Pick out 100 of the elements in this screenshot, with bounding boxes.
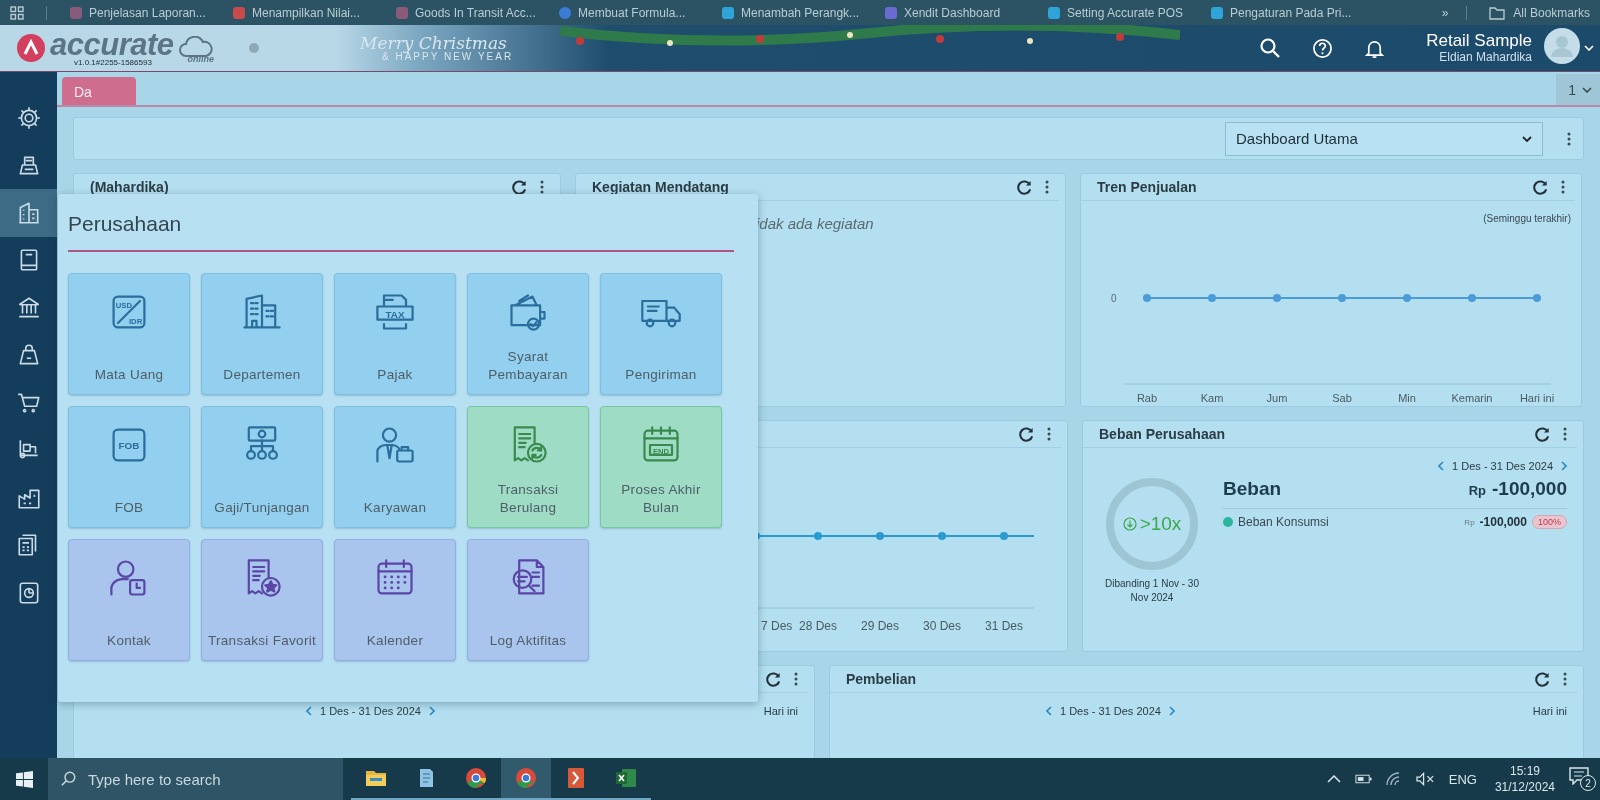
search-icon[interactable] bbox=[1259, 37, 1282, 59]
refresh-icon[interactable] bbox=[1534, 670, 1551, 688]
chevron-down-icon bbox=[1522, 135, 1532, 142]
more-options-icon[interactable] bbox=[540, 180, 544, 194]
bookmark-link[interactable]: Xendit Dashboard bbox=[884, 5, 1047, 20]
tab-counter-dropdown[interactable]: 1 bbox=[1556, 74, 1600, 105]
menu-tile[interactable]: Departemen bbox=[201, 273, 323, 395]
bookmark-favicon-icon bbox=[1047, 5, 1061, 20]
bookmark-favicon-icon bbox=[1210, 5, 1224, 20]
bookmark-link[interactable]: Setting Accurate POS bbox=[1047, 5, 1210, 20]
avatar-icon[interactable] bbox=[1544, 28, 1580, 64]
down-arrow-circle-icon bbox=[1122, 517, 1137, 531]
apps-grid-icon[interactable] bbox=[10, 5, 24, 20]
more-options-icon[interactable] bbox=[1567, 131, 1571, 146]
all-bookmarks-link[interactable]: All Bookmarks bbox=[1489, 5, 1590, 20]
wifi-icon[interactable] bbox=[1385, 772, 1402, 786]
clock[interactable]: 15:19 31/12/2024 bbox=[1494, 762, 1555, 796]
bookmark-favicon-icon bbox=[69, 5, 83, 20]
dashboard-dropdown[interactable]: Dashboard Utama bbox=[1225, 121, 1543, 156]
refresh-icon[interactable] bbox=[1534, 425, 1551, 443]
bookmark-link[interactable]: Goods In Transit Acc... bbox=[395, 5, 558, 20]
logo-mark-icon bbox=[16, 33, 46, 63]
taskbar-search-field[interactable]: Type here to search bbox=[48, 758, 343, 800]
notification-button[interactable]: 2 bbox=[1569, 767, 1596, 791]
refresh-icon[interactable] bbox=[1018, 425, 1035, 443]
more-options-icon[interactable] bbox=[1563, 427, 1567, 441]
bookmark-link[interactable]: Membuat Formula... bbox=[558, 5, 721, 20]
caret-icon[interactable] bbox=[1584, 45, 1594, 51]
x-axis-label: 31 Des bbox=[985, 619, 1023, 633]
menu-tile[interactable]: Kontak bbox=[68, 539, 190, 661]
more-options-icon[interactable] bbox=[1047, 427, 1051, 441]
banner-title: Merry Christmas bbox=[360, 34, 507, 52]
chrome-icon bbox=[514, 766, 538, 790]
bookmark-favicon-icon bbox=[232, 5, 246, 20]
menu-tile[interactable]: Gaji/Tunjangan bbox=[201, 406, 323, 528]
period-label: Hari ini bbox=[1532, 705, 1567, 717]
message-icon bbox=[1569, 767, 1589, 785]
windows-start-icon[interactable] bbox=[15, 770, 33, 788]
refresh-icon[interactable] bbox=[765, 670, 782, 688]
chevron-down-icon bbox=[1582, 86, 1592, 93]
menu-tile[interactable]: Pengiriman bbox=[600, 273, 722, 395]
bookmark-link[interactable]: Pengaturan Pada Pri... bbox=[1210, 5, 1373, 20]
menu-tile[interactable]: END Proses Akhir Bulan bbox=[600, 406, 722, 528]
bookmark-link[interactable]: Menambah Perangk... bbox=[721, 5, 884, 20]
x-axis-label: Min bbox=[1398, 392, 1416, 404]
menu-tile[interactable]: USD IDR Mata Uang bbox=[68, 273, 190, 395]
menu-tile[interactable]: Transaksi Favorit bbox=[201, 539, 323, 661]
menu-tile[interactable]: Karyawan bbox=[334, 406, 456, 528]
comparison-caption: Dibanding 1 Nov - 30 Nov 2024 bbox=[1104, 577, 1200, 605]
dashboard-tab[interactable]: Da bbox=[62, 77, 136, 105]
x-axis-label: 29 Des bbox=[861, 619, 899, 633]
refresh-icon[interactable] bbox=[1532, 178, 1549, 196]
settings-icon bbox=[15, 104, 42, 131]
menu-tile[interactable]: Syarat Pembayaran bbox=[467, 273, 589, 395]
more-options-icon[interactable] bbox=[1561, 180, 1565, 194]
x-axis-label: 28 Des bbox=[799, 619, 837, 633]
notification-count-badge: 2 bbox=[1580, 775, 1596, 791]
panel-title: Kegiatan Mendatang bbox=[592, 179, 730, 195]
menu-tile[interactable]: Log Aktifitas bbox=[467, 539, 589, 661]
bookmark-link[interactable]: Penjelasan Laporan... bbox=[69, 5, 232, 20]
more-options-icon[interactable] bbox=[794, 672, 798, 686]
status-dot-icon bbox=[248, 42, 261, 54]
more-options-icon[interactable] bbox=[1045, 180, 1049, 194]
overflow-chevron[interactable]: » bbox=[1441, 5, 1449, 20]
folder-icon bbox=[1489, 5, 1506, 20]
refresh-icon[interactable] bbox=[1016, 178, 1033, 196]
chevron-up-icon[interactable] bbox=[1326, 775, 1341, 783]
currency-label: Rp bbox=[1468, 483, 1486, 498]
period-label: Hari ini bbox=[763, 705, 798, 717]
x-axis-label: 7 Des bbox=[761, 619, 793, 633]
bookmark-favicon-icon bbox=[884, 5, 898, 20]
version-text: v1.0.1#2255-1586593 bbox=[74, 59, 153, 67]
language-indicator[interactable]: ENG bbox=[1448, 771, 1477, 787]
date-range: 1 Des - 31 Des 2024 bbox=[1060, 705, 1161, 717]
menu-tile[interactable]: TAX Pajak bbox=[334, 273, 456, 395]
bookmark-favicon-icon bbox=[558, 5, 572, 20]
logo-wordmark: accurate bbox=[50, 29, 174, 60]
banner-subtitle: & HAPPY NEW YEAR bbox=[382, 51, 514, 62]
menu-tile[interactable]: Transaksi Berulang bbox=[467, 406, 589, 528]
panel-title: Beban Perusahaan bbox=[1099, 426, 1227, 442]
chrome-icon bbox=[464, 766, 488, 790]
sidebar-item[interactable] bbox=[0, 189, 57, 237]
total-amount: -100,000 bbox=[1492, 478, 1567, 500]
spreadsheet-app-icon bbox=[614, 766, 638, 790]
cloud-icon bbox=[177, 36, 214, 60]
search-icon bbox=[61, 771, 77, 787]
menu-tile[interactable]: Kalender bbox=[334, 539, 456, 661]
popup-title: Perusahaan bbox=[68, 212, 183, 236]
speaker-muted-icon[interactable] bbox=[1415, 772, 1435, 786]
refresh-icon[interactable] bbox=[511, 178, 528, 196]
currency-label: Rp bbox=[1464, 517, 1475, 527]
battery-icon[interactable] bbox=[1354, 774, 1372, 784]
bookmark-favicon-icon bbox=[721, 5, 735, 20]
help-icon[interactable] bbox=[1311, 37, 1333, 59]
company-name: Retail Sample bbox=[1426, 31, 1532, 51]
bookmark-link[interactable]: Menampilkan Nilai... bbox=[232, 5, 395, 20]
menu-tile[interactable]: FOB FOB bbox=[68, 406, 190, 528]
x-axis-label: Hari ini bbox=[1519, 392, 1555, 404]
more-options-icon[interactable] bbox=[1563, 672, 1567, 686]
x-axis-label: Kam bbox=[1200, 392, 1224, 404]
